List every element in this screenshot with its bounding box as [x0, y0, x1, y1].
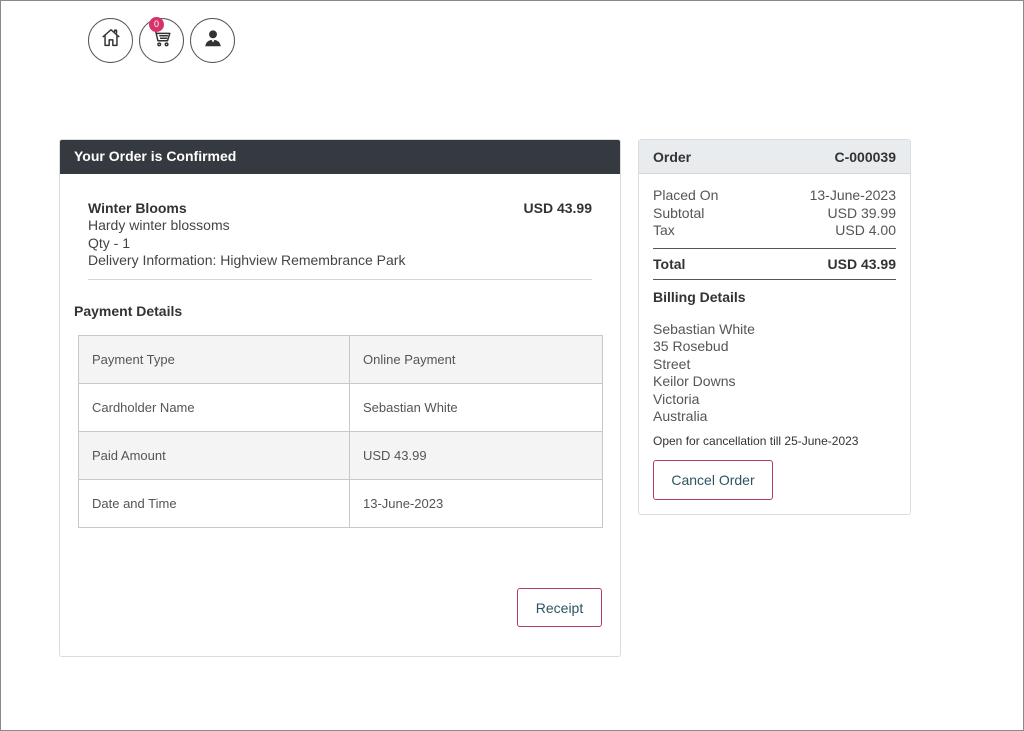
- billing-state: Victoria: [653, 390, 700, 407]
- item-delivery-info: Delivery Information: Highview Remembran…: [88, 252, 406, 268]
- placed-on-label: Placed On: [653, 187, 719, 203]
- billing-details-title: Billing Details: [653, 288, 746, 305]
- order-item: Winter Blooms Hardy winter blossoms Qty …: [88, 200, 592, 270]
- order-id: C-000039: [834, 148, 897, 165]
- billing-street-line1: 35 Rosebud: [653, 338, 729, 354]
- total-row: Total USD 43.99: [653, 256, 896, 273]
- paid-amount-value: USD 43.99: [349, 431, 603, 480]
- item-price: USD 43.99: [523, 200, 592, 216]
- cardholder-name-label: Cardholder Name: [78, 383, 350, 432]
- payment-type-value: Online Payment: [349, 335, 603, 384]
- order-confirmation-card: Your Order is Confirmed Winter Blooms Ha…: [59, 139, 621, 657]
- tax-value: USD 4.00: [835, 222, 896, 238]
- payment-details-title: Payment Details: [74, 303, 183, 319]
- subtotal-value: USD 39.99: [827, 204, 896, 221]
- table-row: Payment Type Online Payment: [78, 335, 603, 384]
- table-row: Date and Time 13-June-2023: [78, 479, 603, 528]
- item-name: Winter Blooms: [88, 200, 187, 216]
- payment-type-label: Payment Type: [78, 335, 350, 384]
- order-summary-header: Order C-000039: [639, 140, 910, 174]
- cart-count-badge: 0: [149, 17, 164, 32]
- receipt-button[interactable]: Receipt: [517, 588, 602, 627]
- order-label: Order: [653, 148, 692, 165]
- table-row: Cardholder Name Sebastian White: [78, 383, 603, 432]
- payment-details-table: Payment Type Online Payment Cardholder N…: [78, 335, 603, 528]
- home-button[interactable]: [88, 18, 133, 63]
- placed-on-value: 13-June-2023: [809, 187, 896, 203]
- paid-amount-label: Paid Amount: [78, 431, 350, 480]
- subtotal-label: Subtotal: [653, 204, 705, 221]
- total-value: USD 43.99: [827, 255, 896, 272]
- item-quantity: Qty - 1: [88, 234, 131, 251]
- cancel-order-button[interactable]: Cancel Order: [653, 460, 773, 500]
- user-icon: [202, 27, 224, 54]
- home-icon: [100, 27, 122, 54]
- summary-divider: [653, 247, 896, 249]
- top-nav: 0: [88, 17, 235, 63]
- total-divider: [653, 278, 896, 280]
- item-description: Hardy winter blossoms: [88, 217, 230, 233]
- billing-suburb: Keilor Downs: [653, 373, 736, 389]
- cardholder-name-value: Sebastian White: [349, 383, 603, 432]
- order-summary-card: Order C-000039 Placed On 13-June-2023 Su…: [638, 139, 911, 515]
- confirmation-header: Your Order is Confirmed: [60, 140, 620, 174]
- total-label: Total: [653, 255, 686, 272]
- billing-street-line2: Street: [653, 355, 691, 372]
- cancellation-note: Open for cancellation till 25-June-2023: [653, 433, 859, 448]
- date-time-value: 13-June-2023: [349, 479, 603, 528]
- subtotal-row: Subtotal USD 39.99: [653, 205, 896, 223]
- tax-label: Tax: [653, 222, 675, 238]
- item-divider: [88, 279, 592, 280]
- order-summary: Placed On 13-June-2023 Subtotal USD 39.9…: [653, 187, 896, 448]
- billing-country: Australia: [653, 408, 708, 424]
- billing-address: Sebastian White 35 Rosebud Street Keilor…: [653, 321, 896, 426]
- billing-name: Sebastian White: [653, 320, 755, 337]
- placed-on-row: Placed On 13-June-2023: [653, 187, 896, 205]
- tax-row: Tax USD 4.00: [653, 222, 896, 240]
- date-time-label: Date and Time: [78, 479, 350, 528]
- table-row: Paid Amount USD 43.99: [78, 431, 603, 480]
- cart-button[interactable]: 0: [139, 17, 184, 63]
- profile-button[interactable]: [190, 18, 235, 63]
